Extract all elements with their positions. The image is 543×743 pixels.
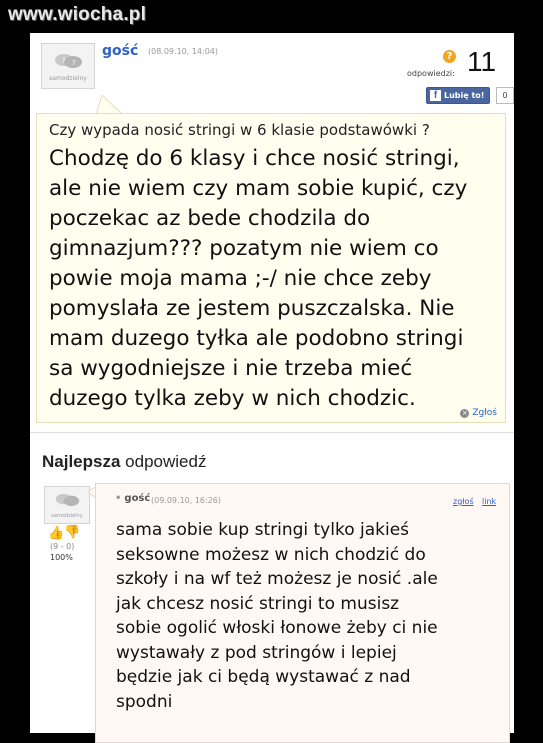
question-body: Chodzę do 6 klasy i chce nosić stringi, … [49,146,468,411]
answer-author-label: gość [124,493,151,504]
best-answer-heading: Najlepsza odpowiedź [42,452,206,472]
report-question-link[interactable]: × Zgłoś [460,408,497,418]
vote-stat: (9 - 0) [50,542,75,551]
question-page: ? ? samodzielny gość (08.09.10, 14:04) ?… [30,33,514,743]
best-answer-heading-rest: odpowiedź [120,452,207,471]
svg-text:?: ? [72,59,76,67]
close-circle-icon: × [460,409,470,418]
svg-text:?: ? [62,57,66,65]
report-answer-link[interactable]: zgłoś [453,497,474,506]
vote-percent: 100% [50,553,73,562]
like-count: 0 [496,87,514,104]
question-date: (08.09.10, 14:04) [148,47,219,56]
answers-count-icon: ? [443,50,456,63]
facebook-like-button[interactable]: f Lubię to! [426,87,490,104]
answer-author-avatar: samodzielny [44,486,90,524]
avatar-label: samodzielny [51,513,83,519]
site-watermark: www.wiocha.pl [8,4,147,25]
question-bubble: Czy wypada nosić stringi w 6 klasie pods… [36,113,506,423]
avatar-label: samodzielny [49,75,87,82]
report-label: Zgłoś [472,408,497,418]
speech-bubbles-icon: ? ? [55,54,82,68]
section-divider [30,432,514,433]
answer-body: sama sobie kup stringi tylko jakieś seks… [116,520,438,712]
question-author-avatar: ? ? samodzielny [41,43,95,89]
bullet-icon: • [115,493,122,504]
answers-count: 11 [467,46,497,77]
like-button-label: Lubię to! [444,91,485,100]
best-answer-bubble: • gość (09.09.10, 16:26) zgłoś link sama … [95,483,510,743]
question-author-name[interactable]: gość [102,43,138,59]
question-bubble-tail [95,95,124,115]
speech-bubbles-icon [55,493,80,507]
answers-label: odpowiedzi: [407,69,455,78]
thumbs-up-icon[interactable]: 👍 [48,526,64,541]
answer-date: (09.09.10, 16:26) [151,496,222,505]
thumbs-down-icon[interactable]: 👎 [64,525,80,540]
facebook-icon: f [430,90,441,101]
question-title: Czy wypada nosić stringi w 6 klasie pods… [49,121,430,139]
answer-author-name[interactable]: • gość [115,493,150,504]
answer-permalink[interactable]: link [482,497,496,506]
best-answer-heading-bold: Najlepsza [42,452,121,471]
